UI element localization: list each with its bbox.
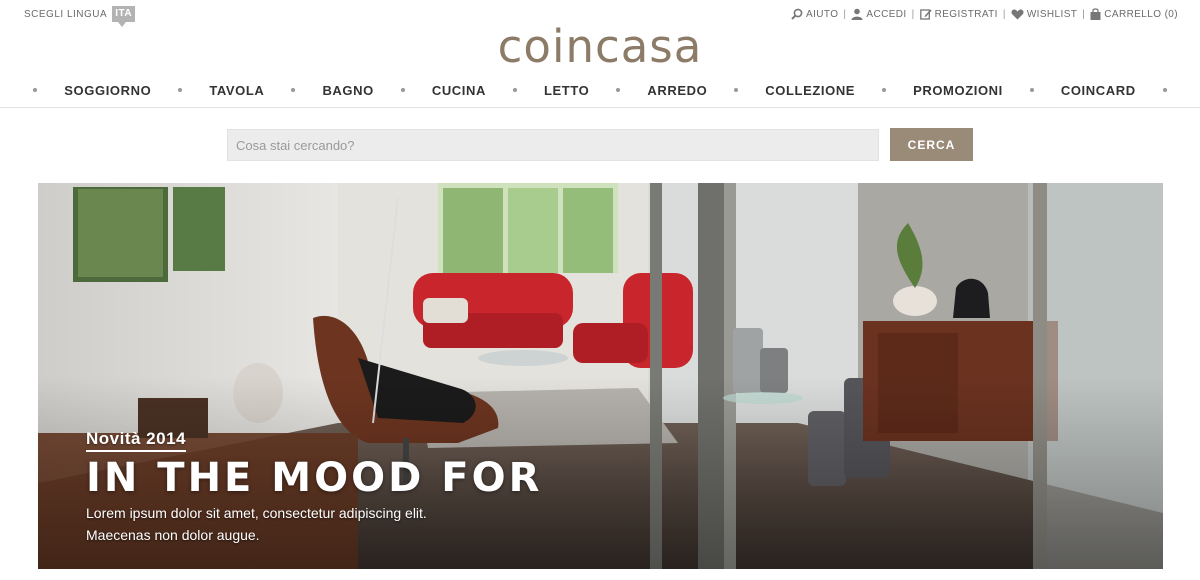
brand-logo[interactable]: coincasa xyxy=(0,20,1200,74)
utility-links: AIUTO | ACCEDI | REGISTRATI | WISHLIST |… xyxy=(791,8,1178,20)
login-link[interactable]: ACCEDI xyxy=(851,8,906,20)
register-link[interactable]: REGISTRATI xyxy=(919,8,998,20)
cart-link[interactable]: CARRELLO (0) xyxy=(1090,8,1178,20)
nav-bullet xyxy=(291,88,296,92)
bag-icon xyxy=(1090,8,1101,20)
edit-icon xyxy=(919,9,932,20)
nav-item-bagno[interactable]: BAGNO xyxy=(322,83,373,98)
nav-bullet xyxy=(734,88,739,92)
nav-item-arredo[interactable]: ARREDO xyxy=(647,83,707,98)
search-input[interactable] xyxy=(227,129,879,161)
search-icon xyxy=(791,8,803,20)
separator: | xyxy=(843,8,847,20)
wishlist-link-label: WISHLIST xyxy=(1026,8,1078,20)
nav-bullet xyxy=(512,88,517,92)
help-link[interactable]: AIUTO xyxy=(791,8,838,20)
hero-description-line-2: Maecenas non dolor augue. xyxy=(86,527,260,543)
nav-item-tavola[interactable]: TAVOLA xyxy=(209,83,264,98)
help-link-label: AIUTO xyxy=(806,8,839,20)
hero-caption: Novità 2014 IN THE MOOD FOR Lorem ipsum … xyxy=(86,429,542,546)
hero-kicker: Novità 2014 xyxy=(86,429,186,452)
main-nav: SOGGIORNO TAVOLA BAGNO CUCINA LETTO ARRE… xyxy=(0,80,1200,100)
login-link-label: ACCEDI xyxy=(866,8,907,20)
nav-bullet xyxy=(1029,88,1034,92)
heart-icon xyxy=(1011,8,1024,19)
cart-link-label: CARRELLO (0) xyxy=(1104,8,1178,20)
user-icon xyxy=(851,8,863,20)
header-divider xyxy=(0,107,1200,108)
nav-bullet xyxy=(400,88,405,92)
nav-item-letto[interactable]: LETTO xyxy=(544,83,589,98)
nav-item-soggiorno[interactable]: SOGGIORNO xyxy=(64,83,151,98)
language-label: SCEGLI LINGUA xyxy=(24,8,108,20)
nav-bullet xyxy=(882,88,887,92)
nav-item-cucina[interactable]: CUCINA xyxy=(432,83,486,98)
nav-bullet xyxy=(1162,88,1167,92)
separator: | xyxy=(1002,8,1006,20)
hero-banner[interactable]: Novità 2014 IN THE MOOD FOR Lorem ipsum … xyxy=(38,183,1163,569)
separator: | xyxy=(911,8,915,20)
nav-item-promozioni[interactable]: PROMOZIONI xyxy=(913,83,1003,98)
hero-title: IN THE MOOD FOR xyxy=(86,455,543,501)
nav-item-collezione[interactable]: COLLEZIONE xyxy=(765,83,855,98)
nav-bullet xyxy=(33,88,38,92)
separator: | xyxy=(1082,8,1086,20)
nav-bullet xyxy=(616,88,621,92)
register-link-label: REGISTRATI xyxy=(934,8,998,20)
hero-description-line-1: Lorem ipsum dolor sit amet, consectetur … xyxy=(86,505,427,521)
nav-bullet xyxy=(178,88,183,92)
wishlist-link[interactable]: WISHLIST xyxy=(1011,9,1077,20)
search-button[interactable]: CERCA xyxy=(890,128,973,161)
nav-item-coincard[interactable]: COINCARD xyxy=(1061,83,1136,98)
